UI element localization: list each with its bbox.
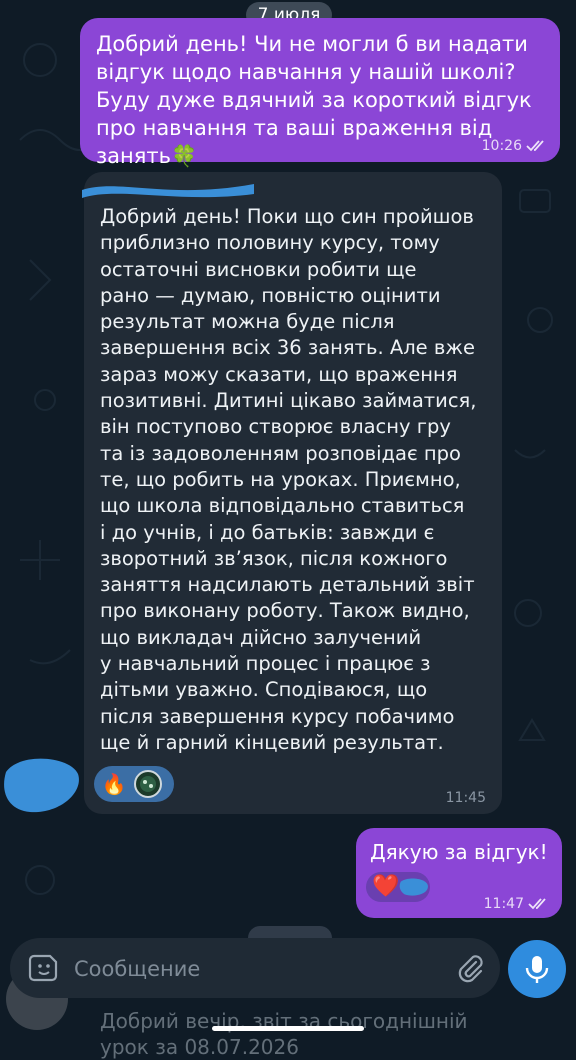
reaction-bar[interactable]: ❤️	[366, 872, 430, 902]
incoming-message[interactable]: Добрий день! Поки що син пройшов приблиз…	[84, 172, 502, 814]
reactor-avatar	[134, 770, 162, 798]
reaction-bar[interactable]: 🔥	[94, 766, 174, 802]
avatar-icon	[140, 776, 156, 792]
message-text: Дякую за відгук!	[370, 840, 548, 864]
heart-reaction[interactable]: ❤️	[372, 876, 399, 898]
sticker-icon[interactable]	[28, 952, 60, 984]
voice-message-button[interactable]	[508, 940, 566, 998]
message-meta: 11:47	[484, 896, 550, 912]
double-check-icon	[528, 898, 546, 910]
fire-reaction[interactable]: 🔥	[100, 770, 128, 798]
message-time: 11:47	[483, 896, 524, 912]
outgoing-message[interactable]: Дякую за відгук! ❤️ 11:47	[356, 828, 562, 918]
redacted-sender-avatar	[4, 758, 79, 813]
microphone-icon	[525, 956, 549, 983]
message-text: Добрий день! Чи не могли б ви надати від…	[96, 32, 532, 168]
message-input[interactable]	[72, 938, 436, 1000]
message-meta: 10:26	[482, 138, 548, 154]
redacted-reactor-avatar	[400, 878, 429, 896]
message-composer	[10, 938, 500, 1000]
redacted-sender-name	[82, 184, 254, 198]
outgoing-message[interactable]: Добрий день! Чи не могли б ви надати від…	[80, 18, 560, 168]
message-meta: 11:45	[446, 790, 486, 806]
message-time: 11:45	[445, 790, 486, 806]
paperclip-icon[interactable]	[454, 952, 486, 984]
message-text: Добрий день! Поки що син пройшов приблиз…	[100, 205, 477, 754]
message-preview-behind-input: Добрий вечір, звіт за сьогоднішній урок …	[100, 1009, 468, 1059]
message-time: 10:26	[481, 138, 522, 154]
double-check-icon	[526, 140, 544, 152]
home-indicator[interactable]	[212, 1026, 364, 1031]
